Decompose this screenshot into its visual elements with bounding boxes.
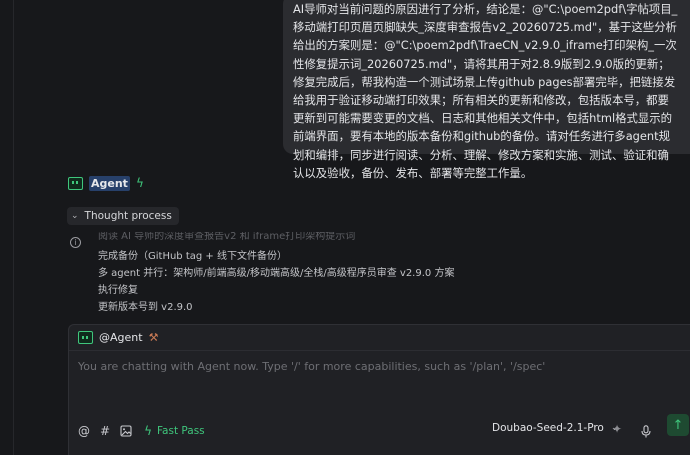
step-item: 执行修复 [98,285,138,296]
fast-pass-toggle[interactable]: ϟ Fast Pass [144,424,205,438]
step-item: 阅读 AI 导师的深度审查报告v2 和 iframe打印架构提示词 [98,232,356,242]
thought-process-label: Thought process [84,210,172,222]
send-arrow-icon: ↑ [672,417,684,433]
composer-toolbar: @ # ϟ Fast Pass Doubao-Seed-2.1-Pro ⌄ ✦ … [78,414,690,442]
step-item: 完成备份（GitHub tag + 线下文件备份） [98,251,287,262]
chat-input[interactable]: You are chatting with Agent now. Type '/… [78,360,545,373]
mic-icon[interactable] [641,423,651,442]
user-message-bubble: AI导师对当前问题的原因进行了分析，结论是：@"C:\poem2pdf\字帖项目… [283,0,690,180]
composer-header: @Agent ⚒ [69,325,690,351]
user-message-text: AI导师对当前问题的原因进行了分析，结论是：@"C:\poem2pdf\字帖项目… [293,2,678,180]
left-gutter [0,0,14,455]
image-icon[interactable] [120,425,132,437]
step-item: 更新版本号到 v2.9.0 [98,302,193,313]
bolt-icon: ϟ [144,424,152,438]
hash-icon[interactable]: # [100,424,110,438]
bolt-icon: ϟ [135,176,144,190]
chat-composer: @Agent ⚒ You are chatting with Agent now… [68,324,690,455]
step-list: 阅读 AI 导师的深度审查报告v2 和 iframe打印架构提示词 完成备份（G… [98,232,454,316]
model-selector[interactable]: Doubao-Seed-2.1-Pro ⌄ [492,422,618,434]
chat-view: AI导师对当前问题的原因进行了分析，结论是：@"C:\poem2pdf\字帖项目… [0,0,690,455]
agent-mention[interactable]: @Agent [99,331,143,344]
agent-icon [78,331,93,344]
thought-process-toggle[interactable]: ⌄ Thought process [67,207,179,225]
chevron-down-icon: ⌄ [71,211,79,221]
agent-icon [68,176,83,190]
agent-name: Agent [89,175,130,191]
tool-icon[interactable]: ⚒ [149,331,159,344]
info-icon: i [70,237,81,248]
fast-pass-label: Fast Pass [156,425,205,437]
agent-header: Agent ϟ [68,174,144,192]
step-item: 多 agent 并行：架构师/前端高级/移动端高级/全栈/高级程序员审查 v2.… [98,268,455,279]
sparkle-icon[interactable]: ✦ [612,422,622,436]
model-name: Doubao-Seed-2.1-Pro [492,422,604,434]
send-button[interactable]: ↑ [667,414,689,436]
at-icon[interactable]: @ [78,424,90,438]
